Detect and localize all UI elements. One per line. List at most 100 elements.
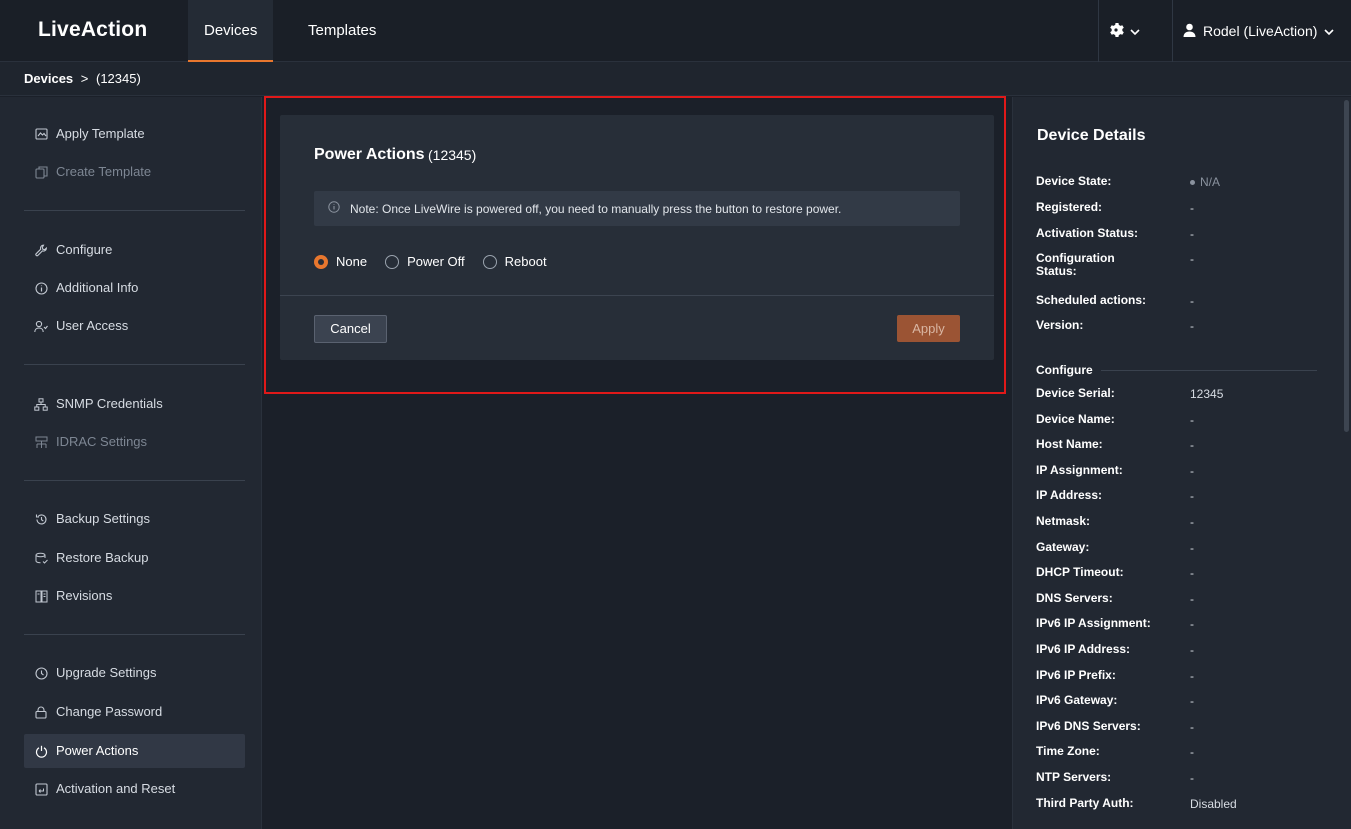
template-icon <box>34 127 48 141</box>
detail-label: DNS Servers: <box>1036 591 1113 605</box>
power-actions-panel: Power Actions (12345) Note: Once LiveWir… <box>280 115 994 360</box>
sidebar-item-label: Upgrade Settings <box>56 665 157 680</box>
section-divider <box>1101 370 1317 371</box>
radio-reboot[interactable]: Reboot <box>482 254 547 269</box>
tab-templates[interactable]: Templates <box>292 0 392 62</box>
detail-value: - <box>1190 252 1194 266</box>
power-option-group: None Power Off Reboot <box>314 254 565 269</box>
breadcrumb-separator: > <box>80 71 89 86</box>
detail-value: - <box>1190 669 1194 683</box>
detail-value: - <box>1190 294 1194 308</box>
sidebar-item-configure[interactable]: Configure <box>24 233 245 267</box>
detail-value: - <box>1190 319 1194 333</box>
detail-label: Registered: <box>1036 200 1103 214</box>
note-text: Note: Once LiveWire is powered off, you … <box>350 201 842 216</box>
sidebar-divider <box>24 634 245 635</box>
wrench-icon <box>34 243 48 257</box>
sidebar-item-idrac-settings[interactable]: IDRAC Settings <box>24 425 245 459</box>
info-icon <box>34 281 48 295</box>
app-logo[interactable]: LiveAction <box>38 18 147 42</box>
sidebar-item-change-password[interactable]: Change Password <box>24 695 245 729</box>
detail-value: - <box>1190 745 1194 759</box>
detail-value: - <box>1190 643 1194 657</box>
cancel-button[interactable]: Cancel <box>314 315 387 343</box>
breadcrumb-devices-link[interactable]: Devices <box>24 71 73 86</box>
reset-icon <box>34 782 48 796</box>
sidebar-item-additional-info[interactable]: Additional Info <box>24 271 245 305</box>
status-dot-icon <box>1190 180 1195 186</box>
sidebar-item-label: SNMP Credentials <box>56 396 163 411</box>
device-state-value: N/A <box>1200 175 1221 189</box>
detail-value: - <box>1190 413 1194 427</box>
settings-menu-button[interactable] <box>1108 20 1164 42</box>
panel-device-id: (12345) <box>428 147 477 163</box>
detail-label: Device State: <box>1036 174 1112 188</box>
detail-value: Disabled <box>1190 797 1237 811</box>
power-off-note: Note: Once LiveWire is powered off, you … <box>314 191 960 226</box>
sidebar-item-apply-template[interactable]: Apply Template <box>24 117 245 151</box>
tab-devices[interactable]: Devices <box>188 0 274 62</box>
sidebar-item-label: Configure <box>56 242 113 257</box>
sidebar-divider <box>24 364 245 365</box>
panel-title: Power Actions <box>314 146 425 163</box>
detail-label: Device Name: <box>1036 412 1115 426</box>
detail-value: - <box>1190 566 1194 580</box>
sidebar-item-backup-settings[interactable]: Backup Settings <box>24 502 245 536</box>
sidebar-item-user-access[interactable]: User Access <box>24 309 245 343</box>
nav-divider <box>1172 0 1173 62</box>
device-details-panel: Device Details Device State: N/A Registe… <box>1012 97 1351 829</box>
detail-value: - <box>1190 694 1194 708</box>
detail-label: Scheduled actions: <box>1036 293 1147 307</box>
server-icon <box>34 435 48 449</box>
radio-power-off[interactable]: Power Off <box>385 254 465 269</box>
restore-icon <box>34 551 48 565</box>
detail-label: Netmask: <box>1036 514 1091 528</box>
detail-value: - <box>1190 201 1194 215</box>
chevron-down-icon <box>1324 23 1334 39</box>
sidebar-divider <box>24 480 245 481</box>
sidebar-divider <box>24 210 245 211</box>
history-icon <box>34 512 48 526</box>
sidebar-item-snmp-credentials[interactable]: SNMP Credentials <box>24 387 245 421</box>
sidebar-item-label: User Access <box>56 318 129 333</box>
top-navigation-bar: LiveAction Devices Templates Rodel (Live… <box>0 0 1351 62</box>
info-icon <box>328 201 340 216</box>
radio-none[interactable]: None <box>314 254 367 269</box>
detail-label: Version: <box>1036 318 1084 332</box>
detail-label: NTP Servers: <box>1036 770 1112 784</box>
detail-label: IPv6 IP Address: <box>1036 642 1131 656</box>
details-scrollbar-thumb[interactable] <box>1344 100 1349 432</box>
chevron-down-icon <box>1130 24 1140 39</box>
radio-label: Reboot <box>504 254 547 269</box>
detail-label: IPv6 IP Prefix: <box>1036 668 1116 682</box>
lock-icon <box>34 705 48 719</box>
copy-icon <box>34 165 48 179</box>
sidebar-item-restore-backup[interactable]: Restore Backup <box>24 541 245 575</box>
sidebar: Apply Template Create Template Configure… <box>0 97 262 829</box>
radio-indicator <box>385 254 400 269</box>
sidebar-item-activation-reset[interactable]: Activation and Reset <box>24 772 245 806</box>
sidebar-item-label: Backup Settings <box>56 511 150 526</box>
apply-button[interactable]: Apply <box>897 315 960 342</box>
detail-label: IPv6 DNS Servers: <box>1036 719 1141 733</box>
detail-label: Third Party Auth: <box>1036 796 1134 810</box>
detail-label: Host Name: <box>1036 437 1103 451</box>
sidebar-item-label: Revisions <box>56 588 113 603</box>
detail-label: IP Assignment: <box>1036 463 1123 477</box>
user-icon <box>1183 23 1196 40</box>
detail-value: - <box>1190 515 1194 529</box>
sidebar-item-power-actions[interactable]: Power Actions <box>24 734 245 768</box>
detail-label: DHCP Timeout: <box>1036 565 1124 579</box>
sidebar-item-label: Additional Info <box>56 280 139 295</box>
detail-label: Device Serial: <box>1036 386 1115 400</box>
clock-icon <box>34 666 48 680</box>
sidebar-item-revisions[interactable]: Revisions <box>24 579 245 613</box>
configure-section-heading: Configure <box>1036 363 1093 377</box>
user-menu-button[interactable]: Rodel (LiveAction) <box>1183 20 1334 42</box>
network-icon <box>34 397 48 411</box>
sidebar-item-upgrade-settings[interactable]: Upgrade Settings <box>24 656 245 690</box>
detail-value: - <box>1190 227 1194 241</box>
sidebar-item-label: Restore Backup <box>56 550 149 565</box>
sidebar-item-create-template[interactable]: Create Template <box>24 155 245 189</box>
power-icon <box>34 744 48 758</box>
